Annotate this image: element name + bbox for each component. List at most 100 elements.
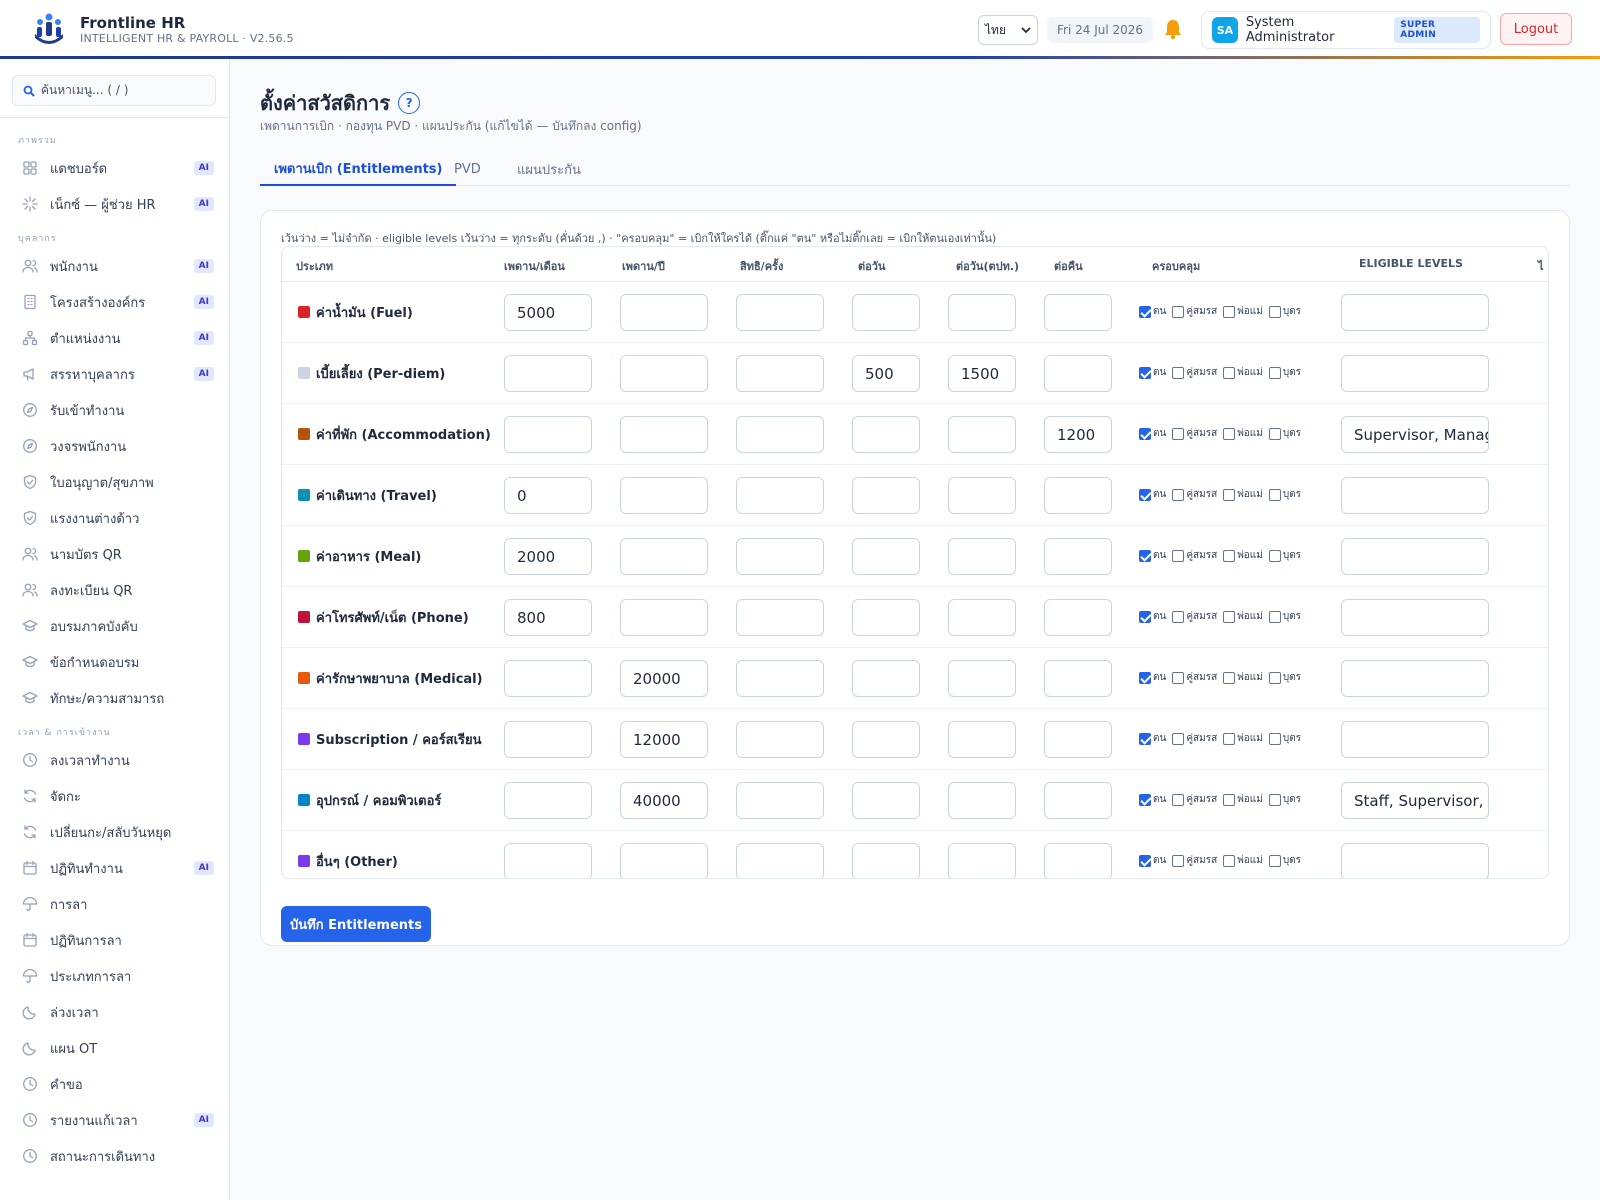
eligible-levels-input[interactable]: [1341, 721, 1489, 758]
coverage-checkbox[interactable]: [1172, 549, 1185, 562]
coverage-checkbox[interactable]: [1268, 793, 1281, 806]
eligible-levels-input[interactable]: [1341, 660, 1489, 697]
per-day-input[interactable]: [852, 599, 920, 636]
monthly-input[interactable]: [504, 782, 592, 819]
language-select[interactable]: ไทย: [978, 15, 1038, 45]
eligible-levels-input[interactable]: Staff, Supervisor, Manager: [1341, 782, 1489, 819]
sidebar-item[interactable]: แผน OT: [12, 1033, 218, 1063]
monthly-input[interactable]: [504, 721, 592, 758]
per-night-input[interactable]: [1044, 599, 1112, 636]
sidebar-item[interactable]: แดชบอร์ด AI: [12, 153, 218, 183]
per-night-input[interactable]: [1044, 477, 1112, 514]
coverage-checkbox[interactable]: [1172, 610, 1185, 623]
coverage-checkbox[interactable]: [1172, 305, 1185, 318]
sidebar-item[interactable]: ตำแหน่งงาน AI: [12, 323, 218, 353]
coverage-checkbox[interactable]: [1268, 305, 1281, 318]
yearly-input[interactable]: [620, 355, 708, 392]
coverage-checkbox[interactable]: [1268, 854, 1281, 867]
per-claim-input[interactable]: [736, 538, 824, 575]
logout-button[interactable]: Logout: [1500, 13, 1572, 45]
coverage-checkbox[interactable]: [1172, 366, 1185, 379]
sidebar-item[interactable]: ลงเวลาทำงาน: [12, 745, 218, 775]
coverage-checkbox[interactable]: [1139, 305, 1151, 318]
sidebar-item[interactable]: ข้อกำหนดอบรม: [12, 647, 218, 677]
per-day-input[interactable]: [852, 843, 920, 878]
coverage-checkbox[interactable]: [1268, 610, 1281, 623]
per-claim-input[interactable]: [736, 294, 824, 331]
coverage-checkbox[interactable]: [1139, 549, 1151, 562]
eligible-levels-input[interactable]: Supervisor, Manager: [1341, 416, 1489, 453]
menu-search-input[interactable]: ค้นหาเมนู... ( / ): [12, 75, 216, 106]
per-claim-input[interactable]: [736, 355, 824, 392]
sidebar-item[interactable]: รับเข้าทำงาน: [12, 395, 218, 425]
coverage-checkbox[interactable]: [1268, 732, 1281, 745]
per-day-abroad-input[interactable]: [948, 721, 1016, 758]
monthly-input[interactable]: [504, 416, 592, 453]
yearly-input[interactable]: [620, 416, 708, 453]
coverage-checkbox[interactable]: [1268, 671, 1281, 684]
per-night-input[interactable]: [1044, 294, 1112, 331]
sidebar-item[interactable]: ปฏิทินทำงาน AI: [12, 853, 218, 883]
coverage-checkbox[interactable]: [1139, 366, 1151, 379]
coverage-checkbox[interactable]: [1223, 854, 1236, 867]
per-night-input[interactable]: [1044, 843, 1112, 878]
monthly-input[interactable]: 5000: [504, 294, 592, 331]
sidebar-item[interactable]: ใบอนุญาต/สุขภาพ: [12, 467, 218, 497]
monthly-input[interactable]: [504, 843, 592, 878]
per-day-abroad-input[interactable]: [948, 599, 1016, 636]
per-day-input[interactable]: [852, 782, 920, 819]
coverage-checkbox[interactable]: [1268, 488, 1281, 501]
eligible-levels-input[interactable]: [1341, 477, 1489, 514]
coverage-checkbox[interactable]: [1223, 549, 1236, 562]
per-day-abroad-input[interactable]: 1500: [948, 355, 1016, 392]
sidebar-item[interactable]: ปฏิทินการลา: [12, 925, 218, 955]
sidebar-item[interactable]: จัดกะ: [12, 781, 218, 811]
per-claim-input[interactable]: [736, 660, 824, 697]
per-day-abroad-input[interactable]: [948, 416, 1016, 453]
yearly-input[interactable]: 12000: [620, 721, 708, 758]
per-night-input[interactable]: [1044, 355, 1112, 392]
yearly-input[interactable]: 20000: [620, 660, 708, 697]
bell-icon[interactable]: [1163, 18, 1183, 40]
coverage-checkbox[interactable]: [1139, 671, 1151, 684]
help-icon[interactable]: ?: [398, 92, 421, 114]
monthly-input[interactable]: 2000: [504, 538, 592, 575]
per-day-input[interactable]: 500: [852, 355, 920, 392]
per-night-input[interactable]: [1044, 660, 1112, 697]
coverage-checkbox[interactable]: [1268, 549, 1281, 562]
coverage-checkbox[interactable]: [1139, 732, 1151, 745]
per-day-input[interactable]: [852, 294, 920, 331]
per-day-input[interactable]: [852, 477, 920, 514]
yearly-input[interactable]: [620, 843, 708, 878]
per-day-abroad-input[interactable]: [948, 782, 1016, 819]
coverage-checkbox[interactable]: [1139, 854, 1151, 867]
coverage-checkbox[interactable]: [1223, 610, 1236, 623]
coverage-checkbox[interactable]: [1223, 366, 1236, 379]
yearly-input[interactable]: 40000: [620, 782, 708, 819]
sidebar-item[interactable]: พนักงาน AI: [12, 251, 218, 281]
per-day-input[interactable]: [852, 660, 920, 697]
per-claim-input[interactable]: [736, 782, 824, 819]
coverage-checkbox[interactable]: [1223, 793, 1236, 806]
coverage-checkbox[interactable]: [1223, 488, 1236, 501]
per-night-input[interactable]: [1044, 538, 1112, 575]
per-claim-input[interactable]: [736, 477, 824, 514]
coverage-checkbox[interactable]: [1139, 793, 1151, 806]
tab-pvd[interactable]: PVD: [440, 153, 495, 186]
yearly-input[interactable]: [620, 294, 708, 331]
yearly-input[interactable]: [620, 599, 708, 636]
sidebar-item[interactable]: ล่วงเวลา: [12, 997, 218, 1027]
eligible-levels-input[interactable]: [1341, 355, 1489, 392]
sidebar-item[interactable]: คำขอ: [12, 1069, 218, 1099]
coverage-checkbox[interactable]: [1172, 427, 1185, 440]
per-day-input[interactable]: [852, 538, 920, 575]
coverage-checkbox[interactable]: [1172, 854, 1185, 867]
coverage-checkbox[interactable]: [1172, 793, 1185, 806]
per-night-input[interactable]: [1044, 782, 1112, 819]
eligible-levels-input[interactable]: [1341, 843, 1489, 878]
coverage-checkbox[interactable]: [1268, 366, 1281, 379]
coverage-checkbox[interactable]: [1268, 427, 1281, 440]
sidebar-item[interactable]: ลงทะเบียน QR: [12, 575, 218, 605]
per-night-input[interactable]: 1200: [1044, 416, 1112, 453]
per-claim-input[interactable]: [736, 843, 824, 878]
